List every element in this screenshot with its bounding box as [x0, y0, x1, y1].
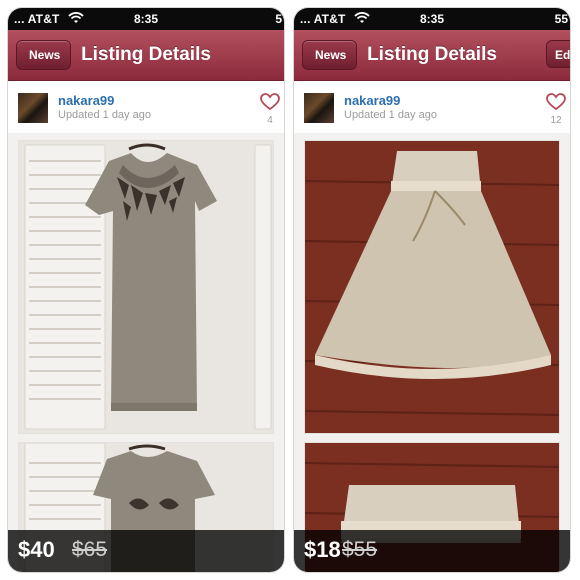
- listing-photo-main[interactable]: [18, 140, 274, 434]
- updated-time: Updated 1 day ago: [58, 109, 151, 121]
- skirt-photo-image: [305, 141, 559, 433]
- page-title: Listing Details: [367, 44, 497, 65]
- page-title: Listing Details: [81, 44, 211, 65]
- navigation-bar: News Listing Details Ed: [294, 30, 570, 81]
- heart-icon[interactable]: [260, 93, 280, 111]
- navigation-bar: News Listing Details: [8, 30, 284, 81]
- like-count: 12: [550, 115, 562, 126]
- username-link[interactable]: nakara99: [58, 93, 114, 108]
- price-current: $18: [304, 537, 341, 562]
- top-photo-image: [19, 141, 273, 433]
- listing-photo-main[interactable]: [304, 140, 560, 434]
- status-bar: ... AT&T 8:35 55: [294, 8, 570, 30]
- clock: 8:35: [419, 12, 445, 26]
- edit-button[interactable]: Ed: [546, 40, 570, 68]
- price-original: $55: [342, 538, 378, 561]
- listing-screen-right: ... AT&T 8:35 55 News Listing Details Ed…: [294, 8, 570, 572]
- listing-header: nakara99 Updated 1 day ago 12: [294, 81, 570, 133]
- battery-level: 55: [554, 12, 568, 26]
- avatar[interactable]: [304, 93, 334, 123]
- listing-screen-left: ... AT&T 8:35 5 News Listing Details nak…: [8, 8, 284, 572]
- updated-time: Updated 1 day ago: [344, 109, 437, 121]
- price-current: $40: [18, 537, 55, 562]
- username-link[interactable]: nakara99: [344, 93, 400, 108]
- clock: 8:35: [133, 12, 159, 26]
- price-bar: $40 $65: [8, 530, 284, 572]
- like-count: 4: [267, 115, 273, 126]
- listing-header: nakara99 Updated 1 day ago 4: [8, 81, 284, 133]
- status-bar: ... AT&T 8:35 5: [8, 8, 284, 30]
- price-original: $65: [72, 538, 108, 561]
- heart-icon[interactable]: [546, 93, 566, 111]
- avatar[interactable]: [18, 93, 48, 123]
- price-bar: $18 $55: [294, 530, 570, 572]
- battery-level: 5: [275, 12, 282, 26]
